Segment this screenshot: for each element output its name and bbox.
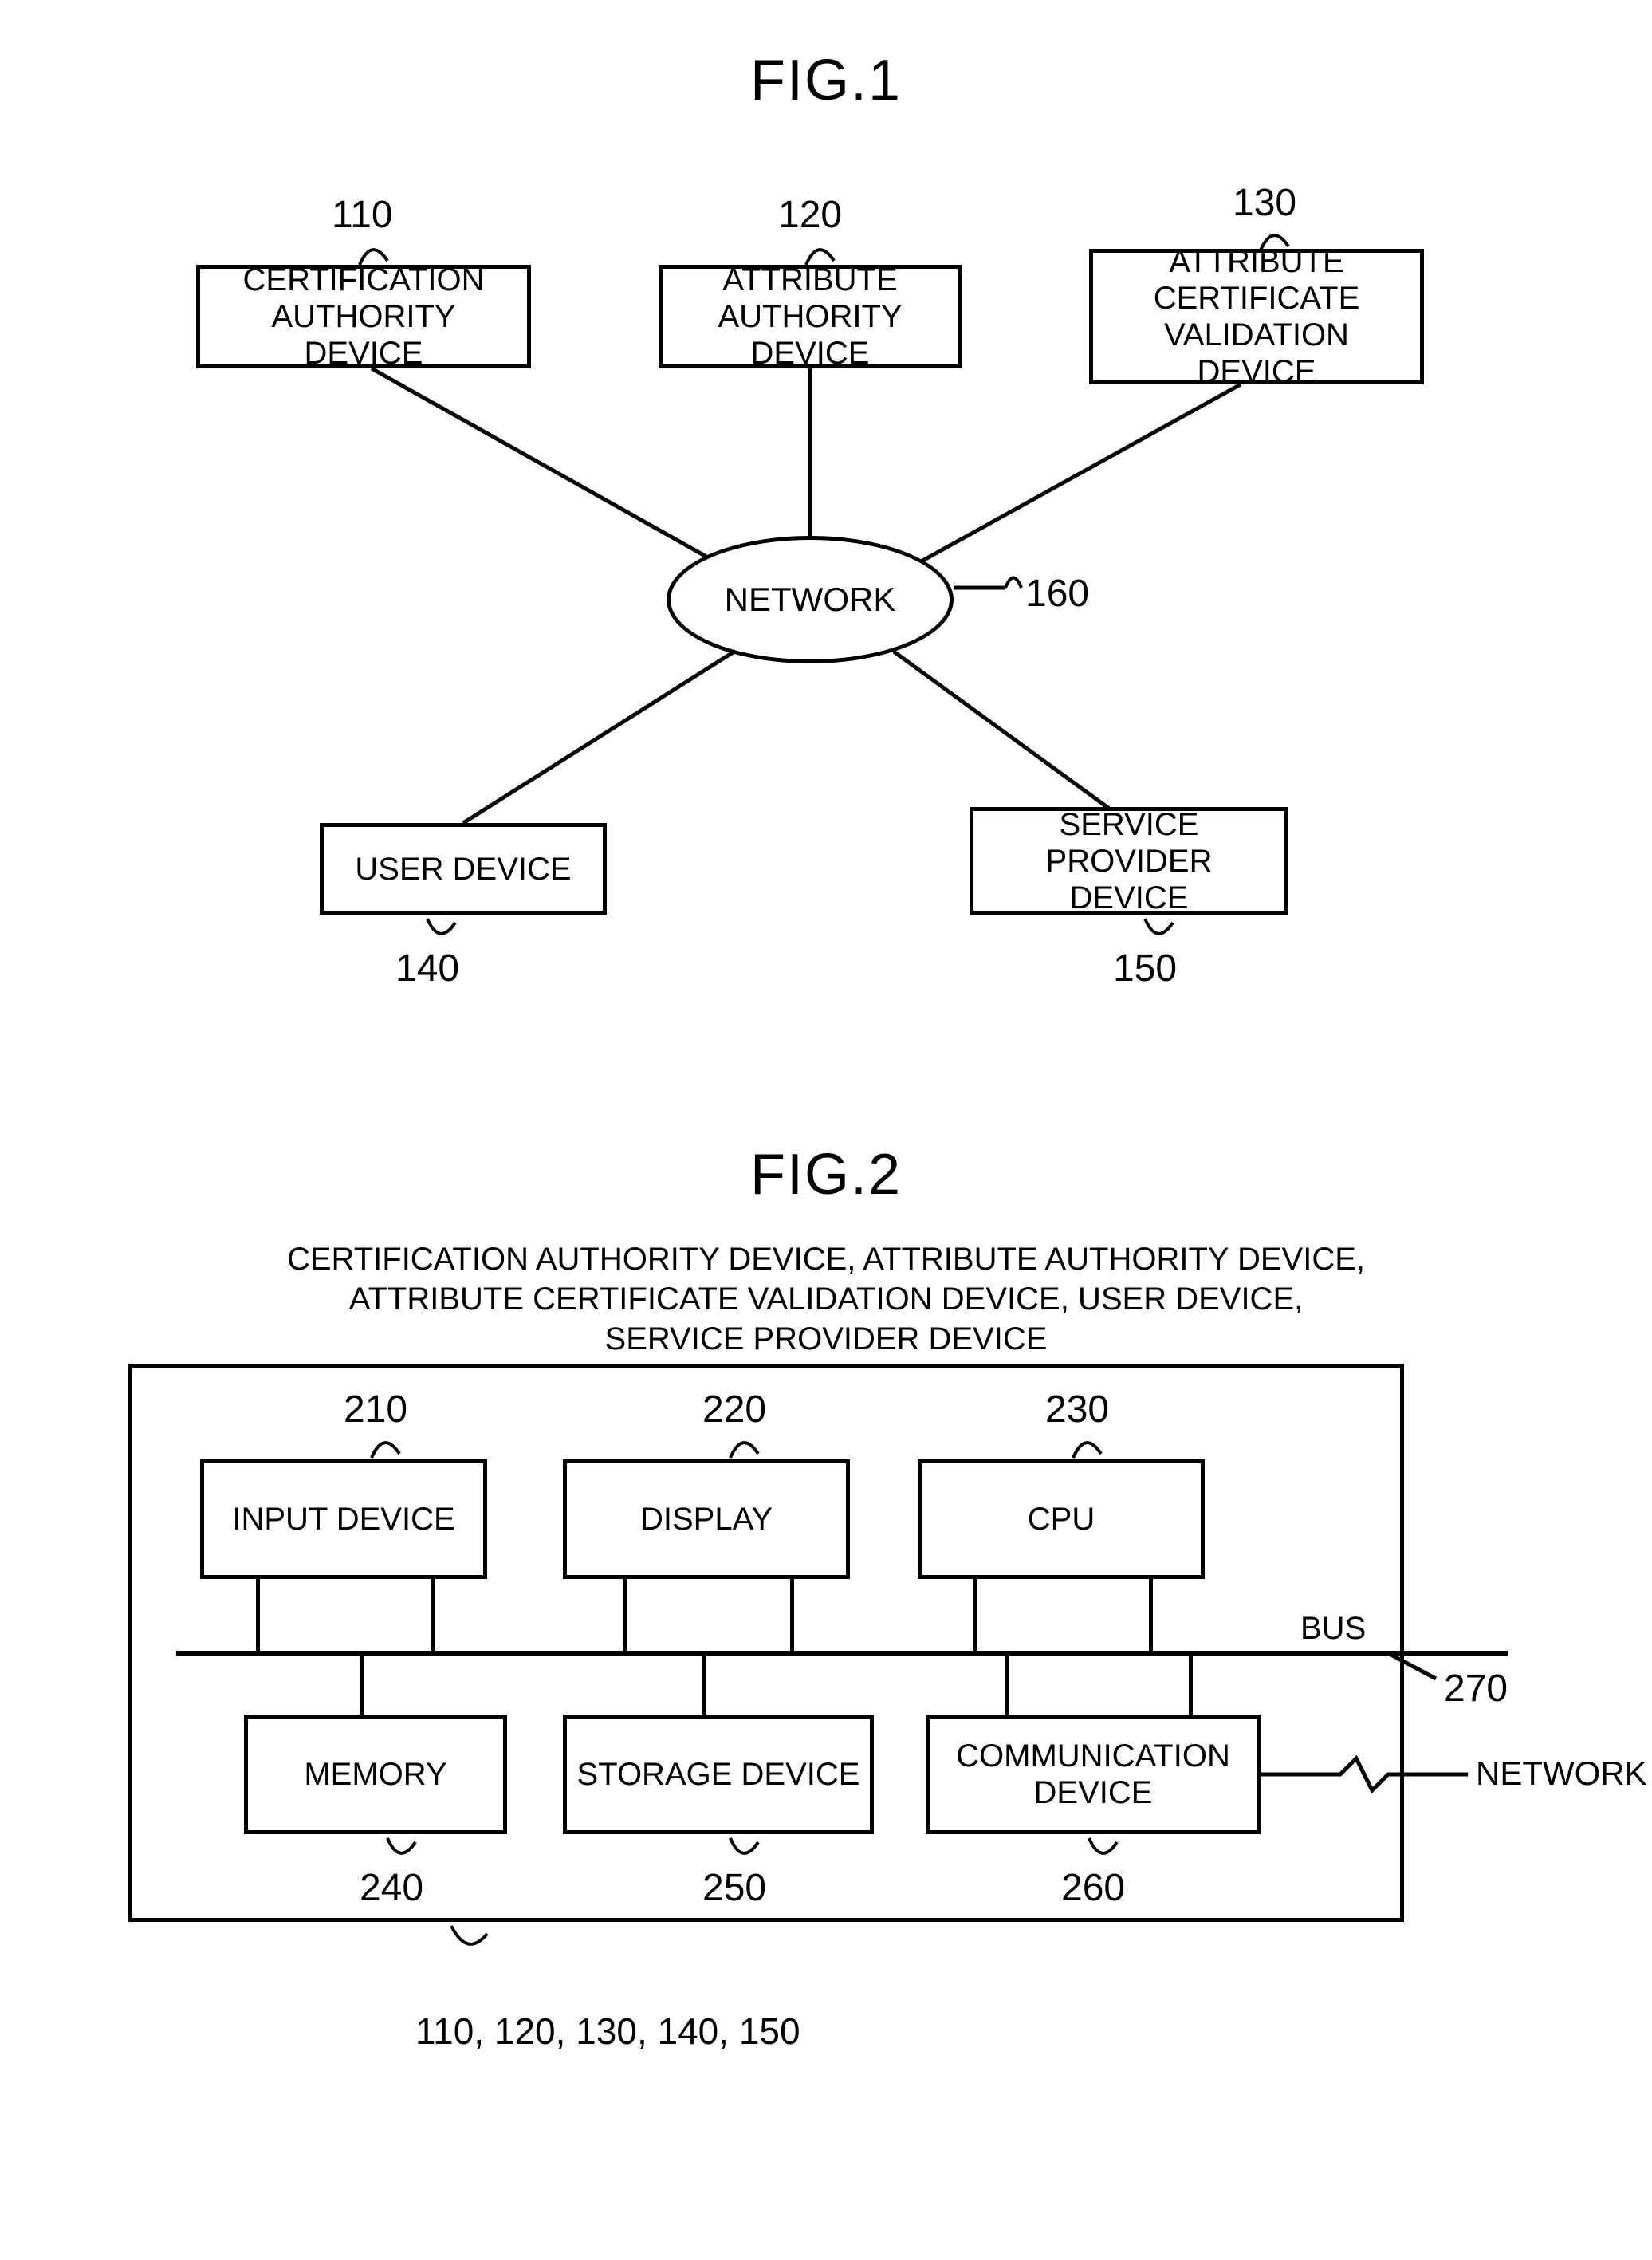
network-out-label: NETWORK <box>1476 1754 1647 1793</box>
ref-250: 250 <box>702 1866 766 1910</box>
bus-label: BUS <box>1300 1611 1366 1647</box>
box-label: ATTRIBUTE CERTIFICATE VALIDATION DEVICE <box>1103 243 1410 390</box>
ref-tick <box>802 233 842 269</box>
input-device-box: INPUT DEVICE <box>200 1459 487 1579</box>
ref-tick <box>1085 1834 1125 1870</box>
box-label: MEMORY <box>304 1756 446 1793</box>
ref-140: 140 <box>395 947 459 990</box>
ref-240: 240 <box>360 1866 423 1910</box>
user-device-box: USER DEVICE <box>320 823 607 915</box>
bus-line <box>176 1651 1508 1656</box>
frame-refs: 110, 120, 130, 140, 150 <box>128 2010 1524 2053</box>
network-label: NETWORK <box>725 581 896 619</box>
ref-220: 220 <box>702 1388 766 1431</box>
ref-tick <box>384 1834 423 1870</box>
memory-box: MEMORY <box>244 1715 507 1834</box>
box-label: DISPLAY <box>640 1501 773 1538</box>
box-label: ATTRIBUTE AUTHORITY DEVICE <box>672 262 948 372</box>
fig2-diagram: CERTIFICATION AUTHORITY DEVICE, ATTRIBUT… <box>128 1239 1524 2053</box>
ref-160: 160 <box>1025 572 1089 616</box>
ref-210: 210 <box>344 1388 407 1431</box>
device-frame <box>128 1364 1404 1922</box>
network-node: NETWORK <box>667 536 954 663</box>
box-label: CERTIFICATION AUTHORITY DEVICE <box>210 262 517 372</box>
ref-270: 270 <box>1444 1667 1508 1711</box>
fig2-caption: CERTIFICATION AUTHORITY DEVICE, ATTRIBUT… <box>128 1239 1524 1359</box>
attribute-cert-validation-box: ATTRIBUTE CERTIFICATE VALIDATION DEVICE <box>1089 249 1424 384</box>
frame-ref-tick <box>447 1922 495 1966</box>
ref-120: 120 <box>778 193 842 237</box>
ref-tick <box>368 1426 407 1462</box>
ref-260: 260 <box>1061 1866 1125 1910</box>
ref-tick <box>356 233 395 269</box>
box-label: USER DEVICE <box>355 851 571 888</box>
box-label: INPUT DEVICE <box>232 1501 454 1538</box>
ref-tick <box>1141 915 1181 951</box>
ref-tick <box>726 1834 766 1870</box>
box-label: CPU <box>1028 1501 1095 1538</box>
box-label: COMMUNICATION DEVICE <box>956 1738 1230 1811</box>
cpu-box: CPU <box>918 1459 1205 1579</box>
display-box: DISPLAY <box>563 1459 850 1579</box>
box-label: SERVICE PROVIDER DEVICE <box>983 806 1275 916</box>
fig2-title: FIG.2 <box>32 1142 1620 1207</box>
storage-box: STORAGE DEVICE <box>563 1715 874 1834</box>
attribute-authority-box: ATTRIBUTE AUTHORITY DEVICE <box>659 265 962 368</box>
ref-tick <box>423 915 463 951</box>
fig1-diagram: CERTIFICATION AUTHORITY DEVICE 110 ATTRI… <box>148 145 1504 1022</box>
network-lead <box>1261 1754 1468 1810</box>
comm-box: COMMUNICATION DEVICE <box>926 1715 1261 1834</box>
ref-150: 150 <box>1113 947 1177 990</box>
fig1-title: FIG.1 <box>32 48 1620 113</box>
ref-tick <box>726 1426 766 1462</box>
ref-230: 230 <box>1045 1388 1109 1431</box>
service-provider-box: SERVICE PROVIDER DEVICE <box>970 807 1288 915</box>
ref-tick <box>1257 219 1296 254</box>
certification-authority-box: CERTIFICATION AUTHORITY DEVICE <box>196 265 531 368</box>
ref-110: 110 <box>332 193 393 237</box>
ref-tick <box>1069 1426 1109 1462</box>
box-label: STORAGE DEVICE <box>577 1756 860 1793</box>
